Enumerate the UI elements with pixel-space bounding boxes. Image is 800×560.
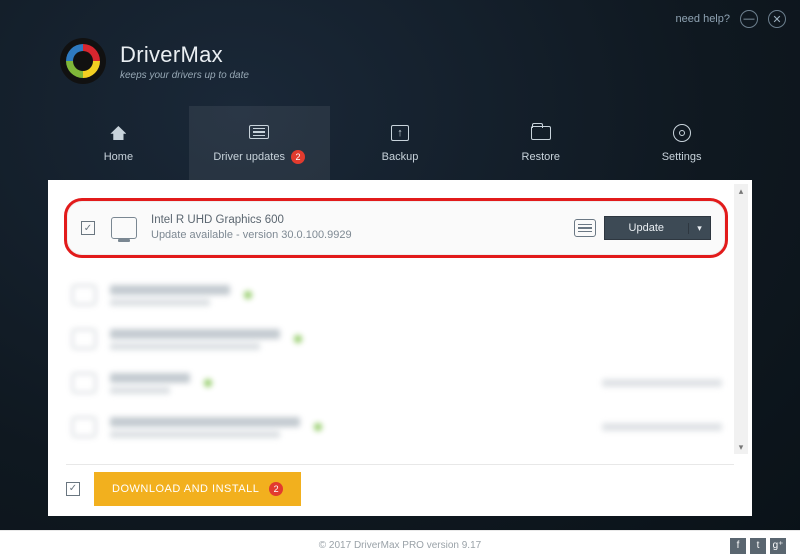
list-icon	[248, 122, 270, 142]
driver-row-blurred	[72, 408, 722, 446]
scrollbar[interactable]	[734, 198, 748, 440]
driver-name: Intel R UHD Graphics 600	[151, 213, 574, 229]
panel-footer: ✓ DOWNLOAD AND INSTALL 2	[66, 464, 734, 504]
nav-backup[interactable]: Backup	[330, 106, 471, 180]
nav-updates-label: Driver updates	[213, 151, 285, 163]
app-title: DriverMax	[120, 42, 249, 68]
close-icon[interactable]: ✕	[768, 10, 786, 28]
details-icon[interactable]	[574, 219, 596, 237]
nav-home-label: Home	[104, 151, 133, 163]
download-install-button[interactable]: DOWNLOAD AND INSTALL 2	[94, 472, 301, 506]
nav-settings[interactable]: Settings	[611, 106, 752, 180]
driver-row-highlighted: ✓ Intel R UHD Graphics 600 Update availa…	[64, 198, 728, 258]
folder-icon	[530, 123, 552, 143]
nav-home[interactable]: Home	[48, 106, 189, 180]
backup-icon	[389, 123, 411, 143]
driver-row-blurred	[72, 364, 722, 402]
minimize-icon[interactable]: —	[740, 10, 758, 28]
content-panel: ▴ ▾ ✓ Intel R UHD Graphics 600 Update av…	[48, 180, 752, 516]
app-tagline: keeps your drivers up to date	[120, 70, 249, 81]
main-nav: Home Driver updates 2 Backup Restore Set…	[48, 106, 752, 180]
nav-restore-label: Restore	[522, 151, 561, 163]
googleplus-icon[interactable]: g⁺	[770, 538, 786, 554]
facebook-icon[interactable]: f	[730, 538, 746, 554]
monitor-icon	[111, 217, 137, 239]
help-link[interactable]: need help?	[676, 13, 730, 25]
gear-icon	[671, 123, 693, 143]
scroll-up-button[interactable]: ▴	[734, 184, 748, 198]
driver-row-blurred	[72, 320, 722, 358]
home-icon	[107, 123, 129, 143]
app-logo	[60, 38, 106, 84]
nav-driver-updates[interactable]: Driver updates 2	[189, 106, 330, 180]
bottom-bar: © 2017 DriverMax PRO version 9.17 f t g⁺	[0, 530, 800, 560]
update-dropdown[interactable]: ▾	[688, 223, 710, 234]
driver-checkbox[interactable]: ✓	[81, 221, 95, 235]
nav-backup-label: Backup	[382, 151, 419, 163]
updates-badge: 2	[291, 150, 305, 164]
select-all-checkbox[interactable]: ✓	[66, 482, 80, 496]
update-button-label: Update	[605, 222, 688, 234]
driver-status: Update available - version 30.0.100.9929	[151, 228, 574, 243]
download-badge: 2	[269, 482, 283, 496]
twitter-icon[interactable]: t	[750, 538, 766, 554]
app-header: DriverMax keeps your drivers up to date	[60, 38, 249, 84]
update-button[interactable]: Update ▾	[604, 216, 711, 240]
copyright: © 2017 DriverMax PRO version 9.17	[319, 540, 481, 551]
nav-restore[interactable]: Restore	[470, 106, 611, 180]
scroll-down-button[interactable]: ▾	[734, 440, 748, 454]
nav-settings-label: Settings	[662, 151, 702, 163]
driver-row-blurred	[72, 276, 722, 314]
download-install-label: DOWNLOAD AND INSTALL	[112, 483, 259, 495]
